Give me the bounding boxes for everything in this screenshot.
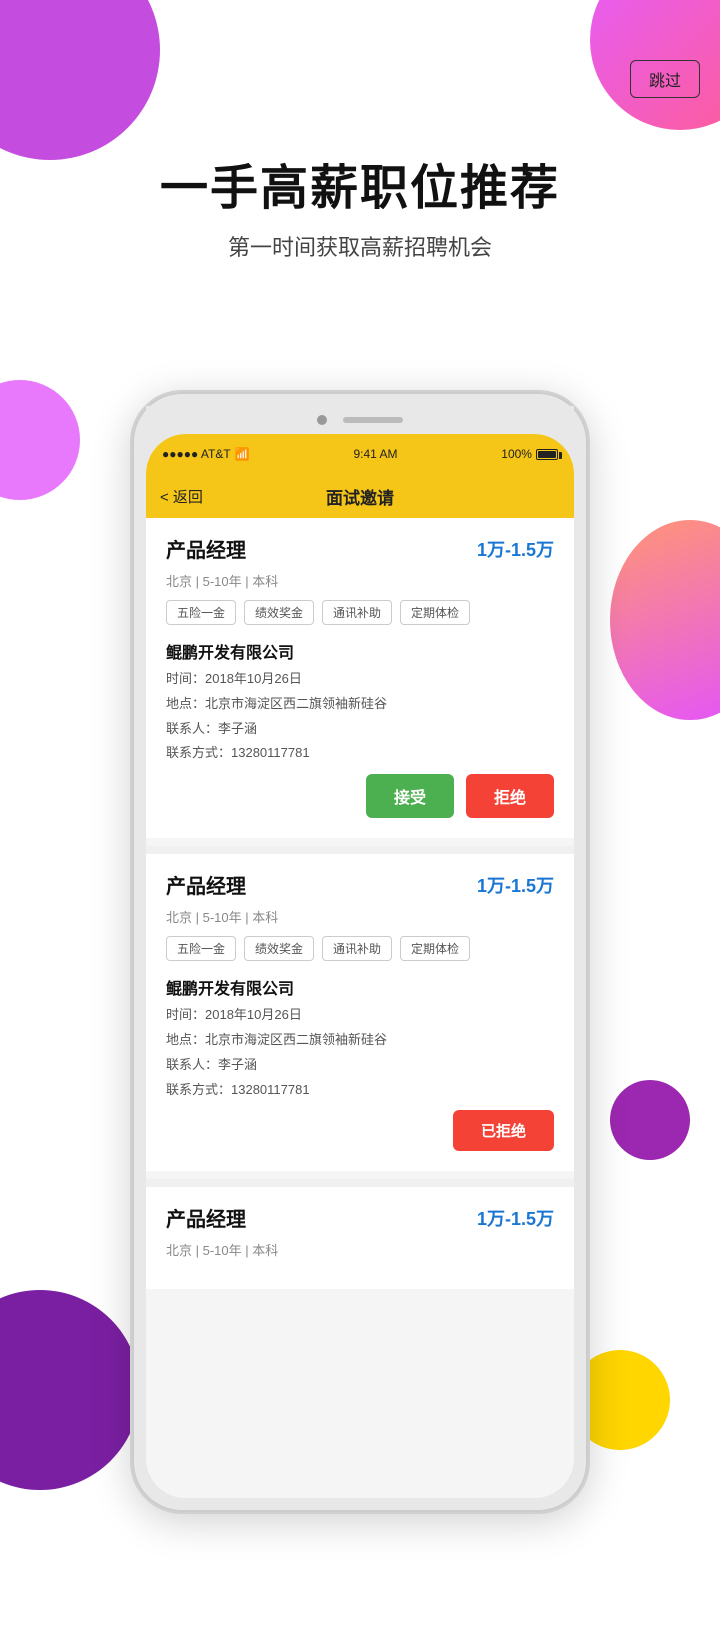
job-salary-1: 1万-1.5万 bbox=[477, 536, 554, 562]
job-card-3-header: 产品经理 1万-1.5万 bbox=[166, 1203, 554, 1232]
phone-speaker bbox=[343, 417, 403, 423]
skip-button[interactable]: 跳过 bbox=[630, 60, 700, 98]
status-bar: ●●●●● AT&T 📶 9:41 AM 100% bbox=[146, 434, 574, 474]
job-title-3: 产品经理 bbox=[166, 1203, 246, 1232]
job-salary-3: 1万-1.5万 bbox=[477, 1205, 554, 1231]
accept-button-1[interactable]: 接受 bbox=[366, 774, 454, 818]
company-phone-2: 联系方式：13280117781 bbox=[166, 1080, 554, 1101]
tag-2-1: 绩效奖金 bbox=[244, 936, 314, 961]
job-card-1: 产品经理 1万-1.5万 北京 | 5-10年 | 本科 五险一金 绩效奖金 通… bbox=[146, 518, 574, 838]
tag-2-0: 五险一金 bbox=[166, 936, 236, 961]
wifi-icon: 📶 bbox=[235, 447, 250, 461]
phone-top-detail bbox=[146, 406, 574, 434]
battery-icon bbox=[536, 449, 558, 460]
job-card-3: 产品经理 1万-1.5万 北京 | 5-10年 | 本科 bbox=[146, 1187, 574, 1289]
company-name-1: 鲲鹏开发有限公司 bbox=[166, 639, 554, 663]
job-tags-1: 五险一金 绩效奖金 通讯补助 定期体检 bbox=[166, 600, 554, 625]
phone-outer-shell: ●●●●● AT&T 📶 9:41 AM 100% < 返回 面试邀请 bbox=[130, 390, 590, 1514]
company-section-2: 鲲鹏开发有限公司 时间：2018年10月26日 地点：北京市海淀区西二旗领袖新硅… bbox=[166, 975, 554, 1100]
carrier-text: ●●●●● AT&T bbox=[162, 447, 231, 461]
deco-blob-right-mid bbox=[610, 520, 720, 720]
job-meta-2: 北京 | 5-10年 | 本科 bbox=[166, 907, 554, 926]
tag-1-0: 五险一金 bbox=[166, 600, 236, 625]
nav-title: 面试邀请 bbox=[326, 484, 394, 509]
job-card-1-header: 产品经理 1万-1.5万 bbox=[166, 534, 554, 563]
action-row-2: 已拒绝 bbox=[166, 1110, 554, 1151]
job-meta-3: 北京 | 5-10年 | 本科 bbox=[166, 1240, 554, 1259]
time-display: 9:41 AM bbox=[353, 447, 397, 461]
job-meta-1: 北京 | 5-10年 | 本科 bbox=[166, 571, 554, 590]
status-bar-left: ●●●●● AT&T 📶 bbox=[162, 447, 250, 461]
hero-subtitle: 第一时间获取高薪招聘机会 bbox=[0, 230, 720, 262]
job-title-2: 产品经理 bbox=[166, 870, 246, 899]
deco-blob-right-lower bbox=[610, 1080, 690, 1160]
deco-blob-bottom-left bbox=[0, 1290, 140, 1490]
job-card-2-header: 产品经理 1万-1.5万 bbox=[166, 870, 554, 899]
company-location-2: 地点：北京市海淀区西二旗领袖新硅谷 bbox=[166, 1030, 554, 1051]
tag-2-3: 定期体检 bbox=[400, 936, 470, 961]
hero-title: 一手高薪职位推荐 bbox=[0, 160, 720, 218]
battery-percent: 100% bbox=[501, 447, 532, 461]
hero-section: 一手高薪职位推荐 第一时间获取高薪招聘机会 bbox=[0, 160, 720, 262]
company-name-2: 鲲鹏开发有限公司 bbox=[166, 975, 554, 999]
tag-1-1: 绩效奖金 bbox=[244, 600, 314, 625]
job-salary-2: 1万-1.5万 bbox=[477, 872, 554, 898]
job-title-1: 产品经理 bbox=[166, 534, 246, 563]
nav-back-button[interactable]: < 返回 bbox=[160, 486, 203, 507]
company-section-1: 鲲鹏开发有限公司 时间：2018年10月26日 地点：北京市海淀区西二旗领袖新硅… bbox=[166, 639, 554, 764]
job-tags-2: 五险一金 绩效奖金 通讯补助 定期体检 bbox=[166, 936, 554, 961]
divider-1 bbox=[146, 846, 574, 854]
divider-2 bbox=[146, 1179, 574, 1187]
job-card-2: 产品经理 1万-1.5万 北京 | 5-10年 | 本科 五险一金 绩效奖金 通… bbox=[146, 854, 574, 1171]
phone-inner-screen: ●●●●● AT&T 📶 9:41 AM 100% < 返回 面试邀请 bbox=[146, 434, 574, 1498]
deco-blob-mid-left bbox=[0, 380, 80, 500]
company-phone-1: 联系方式：13280117781 bbox=[166, 743, 554, 764]
phone-mockup: ●●●●● AT&T 📶 9:41 AM 100% < 返回 面试邀请 bbox=[130, 390, 590, 1514]
company-contact-2: 联系人：李子涵 bbox=[166, 1055, 554, 1076]
action-row-1: 接受 拒绝 bbox=[166, 774, 554, 818]
deco-blob-top-left bbox=[0, 0, 160, 160]
tag-1-3: 定期体检 bbox=[400, 600, 470, 625]
reject-button-1[interactable]: 拒绝 bbox=[466, 774, 554, 818]
company-location-1: 地点：北京市海淀区西二旗领袖新硅谷 bbox=[166, 694, 554, 715]
tag-1-2: 通讯补助 bbox=[322, 600, 392, 625]
rejected-badge-2: 已拒绝 bbox=[453, 1110, 554, 1151]
company-contact-1: 联系人：李子涵 bbox=[166, 719, 554, 740]
nav-bar: < 返回 面试邀请 bbox=[146, 474, 574, 518]
status-bar-right: 100% bbox=[501, 447, 558, 461]
tag-2-2: 通讯补助 bbox=[322, 936, 392, 961]
company-time-2: 时间：2018年10月26日 bbox=[166, 1005, 554, 1026]
company-time-1: 时间：2018年10月26日 bbox=[166, 669, 554, 690]
phone-content: 产品经理 1万-1.5万 北京 | 5-10年 | 本科 五险一金 绩效奖金 通… bbox=[146, 518, 574, 1498]
phone-camera bbox=[317, 415, 327, 425]
